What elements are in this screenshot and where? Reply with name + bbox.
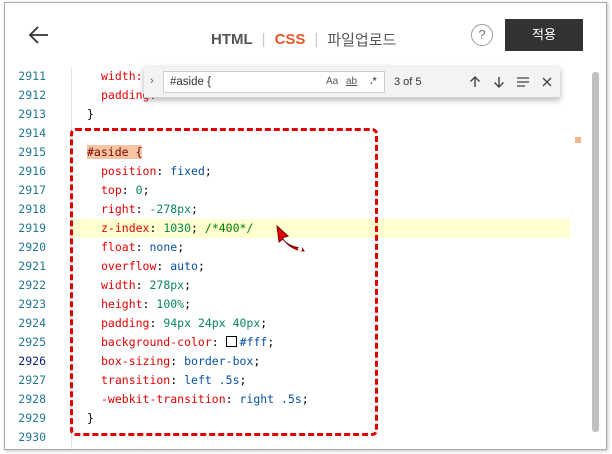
vertical-scrollbar[interactable] xyxy=(592,72,600,442)
tab-divider: | xyxy=(314,30,319,48)
line-number: 2915 xyxy=(18,145,46,159)
tab-bar: HTML | CSS | 파일업로드 xyxy=(211,27,396,51)
close-icon[interactable] xyxy=(538,73,556,91)
line-number: 2929 xyxy=(18,411,46,425)
hand-pointer-icon xyxy=(276,224,305,252)
tab-file-upload[interactable]: 파일업로드 xyxy=(327,29,396,50)
line-number: 2928 xyxy=(18,392,46,406)
find-widget: › #aside { Aa ab .* 3 of 5 xyxy=(144,67,560,98)
line-number: 2925 xyxy=(18,335,46,349)
arrow-down-icon[interactable] xyxy=(490,73,508,91)
tab-html[interactable]: HTML xyxy=(211,31,253,48)
help-icon[interactable]: ? xyxy=(471,24,493,46)
line-number: 2922 xyxy=(18,278,46,292)
annotation-highlight-box xyxy=(70,128,378,436)
tab-divider: | xyxy=(261,30,266,48)
css-property: width: xyxy=(101,69,143,83)
line-number: 2911 xyxy=(18,69,46,83)
match-count: 3 of 5 xyxy=(394,76,422,88)
line-number-current: 2926 xyxy=(18,354,46,368)
line-number: 2913 xyxy=(18,107,46,121)
line-number: 2927 xyxy=(18,373,46,387)
code-line: } xyxy=(87,107,94,121)
line-number: 2920 xyxy=(18,240,46,254)
line-number: 2916 xyxy=(18,164,46,178)
header: HTML | CSS | 파일업로드 ? 적용 xyxy=(5,3,606,68)
line-number: 2917 xyxy=(18,183,46,197)
line-number: 2914 xyxy=(18,126,46,140)
match-case-toggle[interactable]: Aa xyxy=(326,76,338,87)
back-arrow-icon[interactable] xyxy=(27,23,51,47)
line-number: 2924 xyxy=(18,316,46,330)
whole-word-toggle[interactable]: ab xyxy=(346,76,357,87)
regex-toggle[interactable]: .* xyxy=(370,76,377,87)
scrollbar-thumb[interactable] xyxy=(592,72,599,432)
line-number: 2919 xyxy=(18,221,46,235)
line-number: 2930 xyxy=(18,430,46,444)
line-number: 2921 xyxy=(18,259,46,273)
apply-button[interactable]: 적용 xyxy=(505,19,583,51)
line-number: 2923 xyxy=(18,297,46,311)
tab-css[interactable]: CSS xyxy=(275,31,306,48)
chevron-right-icon[interactable]: › xyxy=(150,75,154,87)
find-in-selection-icon[interactable] xyxy=(514,73,532,91)
line-number-gutter: 2911 2912 2913 2914 2915 2916 2917 2918 … xyxy=(5,67,72,449)
arrow-up-icon[interactable] xyxy=(466,73,484,91)
line-number: 2918 xyxy=(18,202,46,216)
find-match-marker xyxy=(575,137,581,143)
line-number: 2912 xyxy=(18,88,46,102)
